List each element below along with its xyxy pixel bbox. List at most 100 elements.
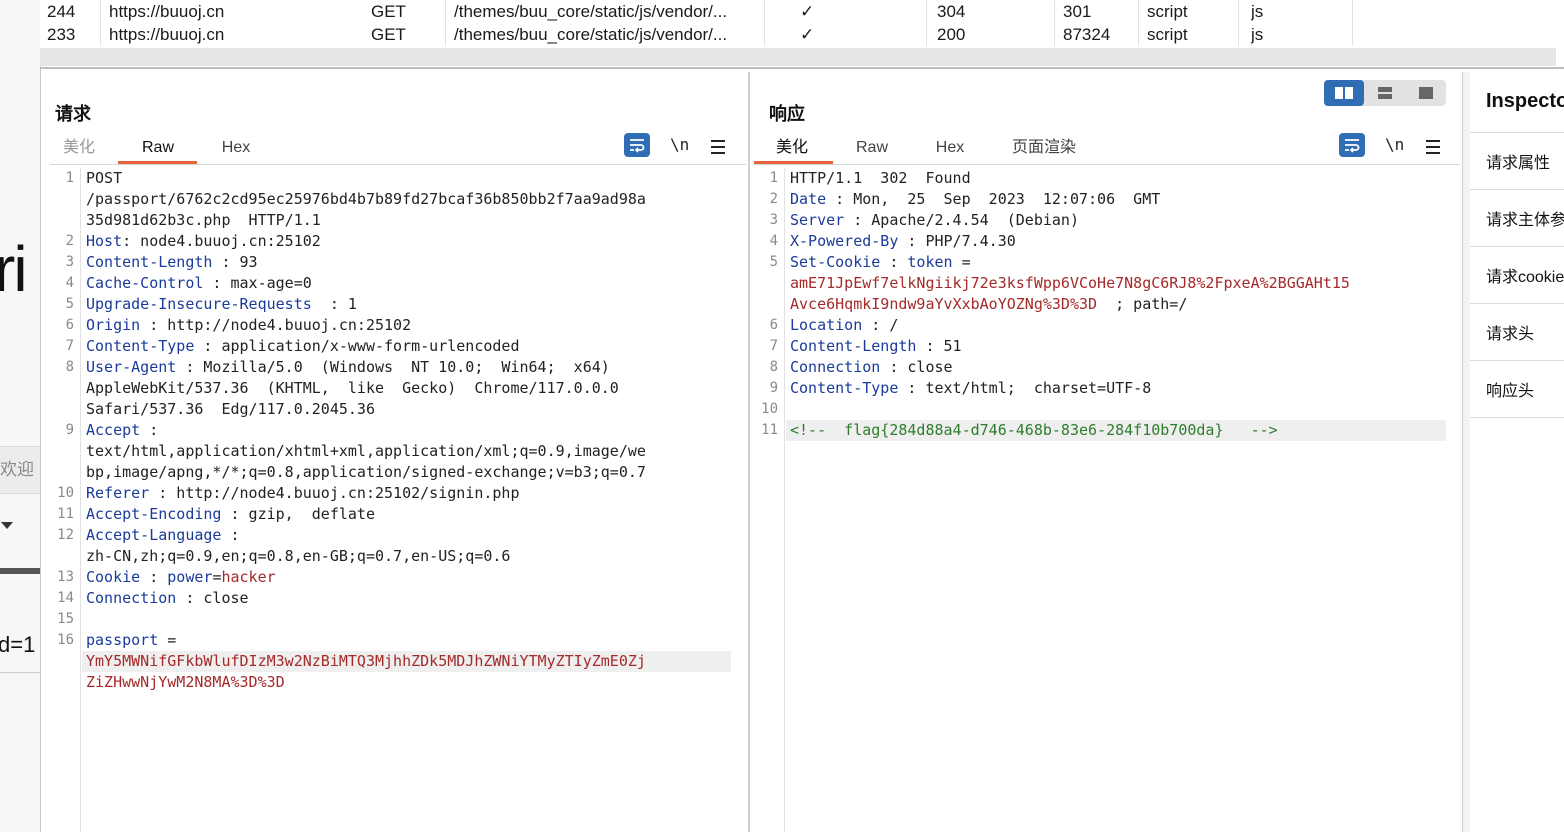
header-value: : close: [176, 589, 249, 607]
response-tab-hex[interactable]: Hex: [928, 136, 972, 160]
code-line[interactable]: 16 passport =: [50, 630, 731, 651]
header-value: : 51: [916, 337, 962, 355]
response-menu-icon[interactable]: [1426, 140, 1440, 158]
code-line[interactable]: 12 Accept-Language :: [50, 525, 731, 546]
chevron-down-icon[interactable]: [1, 522, 13, 529]
response-tab-render[interactable]: 页面渲染: [1006, 136, 1082, 160]
split-divider[interactable]: [40, 67, 1564, 69]
code-line[interactable]: 6 Origin : http://node4.buuoj.cn:25102: [50, 315, 731, 336]
header-value: POST: [86, 169, 123, 187]
line-number: 3: [769, 212, 778, 228]
code-line[interactable]: 3 Server : Apache/2.4.54 (Debian): [754, 210, 1446, 231]
line-number: 8: [65, 359, 74, 375]
row-length: 301: [1063, 2, 1092, 21]
code-line[interactable]: 35d981d62b3c.php HTTP/1.1: [50, 210, 731, 231]
code-line[interactable]: 2 Host: node4.buuoj.cn:25102: [50, 231, 731, 252]
code-line[interactable]: 5 Upgrade-Insecure-Requests : 1: [50, 294, 731, 315]
code-line[interactable]: 9 Accept :: [50, 420, 731, 441]
request-tab-hex[interactable]: Hex: [214, 136, 258, 160]
line-number: 5: [65, 296, 74, 312]
header-value: zh-CN,zh;q=0.9,en;q=0.8,en-GB;q=0.7,en-U…: [86, 547, 511, 565]
table-row[interactable]: 233 https://buuoj.cn GET /themes/buu_cor…: [40, 23, 1564, 46]
line-text: Accept-Encoding : gzip, deflate: [86, 504, 375, 525]
inspector-item-request-body-params[interactable]: 请求主体参数: [1470, 189, 1564, 246]
code-line[interactable]: 7 Content-Length : 51: [754, 336, 1446, 357]
code-line[interactable]: AppleWebKit/537.36 (KHTML, like Gecko) C…: [50, 378, 731, 399]
request-show-newlines-button[interactable]: \n: [670, 135, 689, 154]
row-path: /themes/buu_core/static/js/vendor/...: [454, 25, 728, 44]
row-method: GET: [371, 25, 406, 44]
background-divider: [0, 672, 40, 673]
horizontal-scrollbar[interactable]: [40, 48, 1556, 66]
response-wrap-lines-button[interactable]: [1339, 133, 1365, 157]
line-text: Avce6HqmkI9ndw9aYvXxbAoYOZNg%3D%3D ; pat…: [790, 294, 1187, 315]
row-host: https://buuoj.cn: [109, 2, 225, 21]
code-line[interactable]: amE71JpEwf7elkNgiikj72e3ksfWpp6VCoHe7N8g…: [754, 273, 1446, 294]
layout-side-by-side-button[interactable]: [1324, 80, 1364, 106]
code-line[interactable]: 15: [50, 609, 731, 630]
code-line[interactable]: 11 Accept-Encoding : gzip, deflate: [50, 504, 731, 525]
row-path: /themes/buu_core/static/js/vendor/...: [454, 2, 728, 21]
inspector-item-label: 请求cookie: [1486, 269, 1564, 286]
code-line[interactable]: 1 POST: [50, 168, 731, 189]
code-line[interactable]: 8 Connection : close: [754, 357, 1446, 378]
code-line[interactable]: 2 Date : Mon, 25 Sep 2023 12:07:06 GMT: [754, 189, 1446, 210]
code-line[interactable]: 4 X-Powered-By : PHP/7.4.30: [754, 231, 1446, 252]
header-name: Referer: [86, 484, 150, 502]
table-row[interactable]: 244 https://buuoj.cn GET /themes/buu_cor…: [40, 0, 1564, 23]
code-line[interactable]: 8 User-Agent : Mozilla/5.0 (Windows NT 10…: [50, 357, 731, 378]
inspector-panel: Inspector 请求属性 请求主体参数 请求cookie 请求头 响应头: [1470, 72, 1564, 832]
line-text: Referer : http://node4.buuoj.cn:25102/si…: [86, 483, 519, 504]
line-number: 7: [65, 338, 74, 354]
line-text: YmY5MWNifGFkbWlufDIzM3w2NzBiMTQ3MjhhZDk5…: [86, 651, 646, 672]
code-line[interactable]: 4 Cache-Control : max-age=0: [50, 273, 731, 294]
inspector-item-request-attributes[interactable]: 请求属性: [1470, 132, 1564, 189]
inspector-title: Inspector: [1486, 90, 1564, 112]
response-tabbar-divider: [754, 164, 1460, 165]
rows-icon: [1378, 87, 1392, 99]
code-line[interactable]: ZiZHwwNjYwM2N8MA%3D%3D: [50, 672, 731, 693]
inspector-item-response-headers[interactable]: 响应头: [1470, 360, 1564, 418]
code-line[interactable]: 14 Connection : close: [50, 588, 731, 609]
response-editor[interactable]: 1 HTTP/1.1 302 Found 2 Date : Mon, 25 Sep 2…: [754, 168, 1446, 832]
code-line[interactable]: bp,image/apng,*/*;q=0.8,application/sign…: [50, 462, 731, 483]
line-text: Content-Type : text/html; charset=UTF-8: [790, 378, 1151, 399]
code-line[interactable]: Safari/537.36 Edg/117.0.2045.36: [50, 399, 731, 420]
code-line[interactable]: 10 Referer : http://node4.buuoj.cn:25102/…: [50, 483, 731, 504]
code-line[interactable]: 11 <!-- flag{284d88a4-d746-468b-83e6-284f…: [754, 420, 1446, 441]
inspector-item-request-headers[interactable]: 请求头: [1470, 303, 1564, 360]
request-menu-icon[interactable]: [711, 140, 725, 158]
code-line[interactable]: YmY5MWNifGFkbWlufDIzM3w2NzBiMTQ3MjhhZDk5…: [50, 651, 731, 672]
layout-stacked-button[interactable]: [1365, 80, 1405, 106]
code-line[interactable]: 1 HTTP/1.1 302 Found: [754, 168, 1446, 189]
inspector-item-request-cookies[interactable]: 请求cookie: [1470, 246, 1564, 303]
code-line[interactable]: 7 Content-Type : application/x-www-form-u…: [50, 336, 731, 357]
layout-single-button[interactable]: [1406, 80, 1446, 106]
line-text: Origin : http://node4.buuoj.cn:25102: [86, 315, 411, 336]
header-name: Accept: [86, 421, 141, 439]
request-tab-pretty[interactable]: 美化: [58, 136, 100, 160]
header-value: : http://node4.buuoj.cn:25102: [140, 316, 412, 334]
response-tab-raw[interactable]: Raw: [850, 136, 894, 160]
code-line[interactable]: 10: [754, 399, 1446, 420]
code-line[interactable]: text/html,application/xhtml+xml,applicat…: [50, 441, 731, 462]
code-line[interactable]: Avce6HqmkI9ndw9aYvXxbAoYOZNg%3D%3D ; pat…: [754, 294, 1446, 315]
code-line[interactable]: 13 Cookie : power=hacker: [50, 567, 731, 588]
code-line[interactable]: /passport/6762c2cd95ec25976bd4b7b89fd27b…: [50, 189, 731, 210]
code-line[interactable]: 9 Content-Type : text/html; charset=UTF-8: [754, 378, 1446, 399]
header-value: =: [158, 631, 177, 649]
code-line[interactable]: 6 Location : /: [754, 315, 1446, 336]
code-line[interactable]: 3 Content-Length : 93: [50, 252, 731, 273]
code-line[interactable]: 5 Set-Cookie : token =: [754, 252, 1446, 273]
line-text: Cache-Control : max-age=0: [86, 273, 312, 294]
response-tab-pretty[interactable]: 美化: [770, 136, 814, 160]
request-editor[interactable]: 1 POST/passport/6762c2cd95ec25976bd4b7b89…: [50, 168, 731, 832]
row-mime: script: [1147, 25, 1188, 44]
request-tab-raw[interactable]: Raw: [120, 136, 196, 160]
row-extension: js: [1251, 25, 1264, 44]
response-show-newlines-button[interactable]: \n: [1385, 135, 1404, 154]
code-line[interactable]: zh-CN,zh;q=0.9,en;q=0.8,en-GB;q=0.7,en-U…: [50, 546, 731, 567]
header-value: bp,image/apng,*/*;q=0.8,application/sign…: [86, 463, 646, 481]
request-wrap-lines-button[interactable]: [624, 133, 650, 157]
panel-splitter[interactable]: [748, 72, 750, 832]
